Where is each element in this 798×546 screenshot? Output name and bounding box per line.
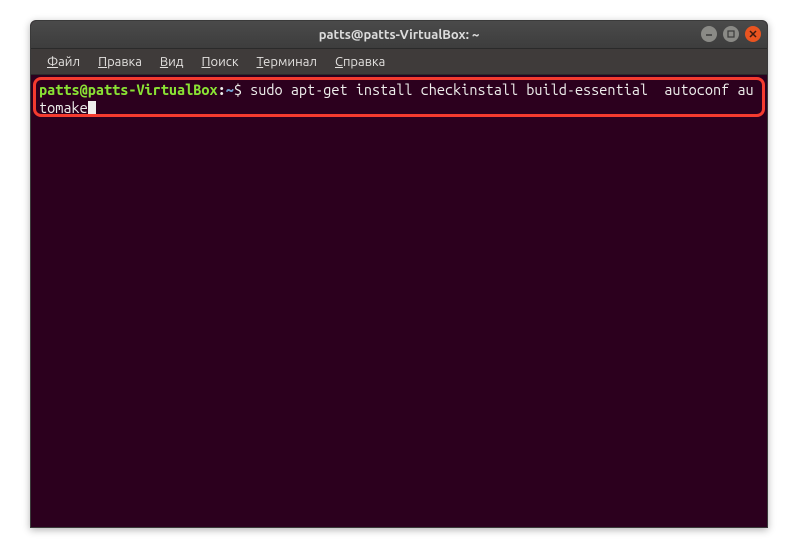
terminal-window: patts@patts-VirtualBox: ~ Файл Правка Ви… [30,20,768,528]
minimize-button[interactable] [701,26,717,42]
menu-view[interactable]: Вид [152,52,192,72]
menu-search[interactable]: Поиск [193,52,246,72]
menu-edit[interactable]: Правка [90,52,150,72]
titlebar: patts@patts-VirtualBox: ~ [31,21,767,49]
menu-file[interactable]: Файл [39,52,88,72]
terminal-body[interactable]: patts@patts-VirtualBox:~$ sudo apt-get i… [31,75,767,527]
prompt-user-host: patts@patts-VirtualBox [39,81,218,98]
prompt-dollar: $ [234,81,250,98]
menubar: Файл Правка Вид Поиск Терминал Справка [31,49,767,75]
window-controls [701,26,761,42]
menu-help[interactable]: Справка [327,52,393,72]
close-button[interactable] [745,26,761,42]
command-line: patts@patts-VirtualBox:~$ sudo apt-get i… [37,79,761,119]
maximize-button[interactable] [723,26,739,42]
prompt-colon: : [218,81,226,98]
menu-terminal[interactable]: Терминал [249,52,325,72]
prompt-path: ~ [226,81,234,98]
maximize-icon [727,30,735,38]
terminal-cursor [88,101,96,116]
minimize-icon [705,30,713,38]
window-title: patts@patts-VirtualBox: ~ [319,28,480,42]
close-icon [749,30,757,38]
